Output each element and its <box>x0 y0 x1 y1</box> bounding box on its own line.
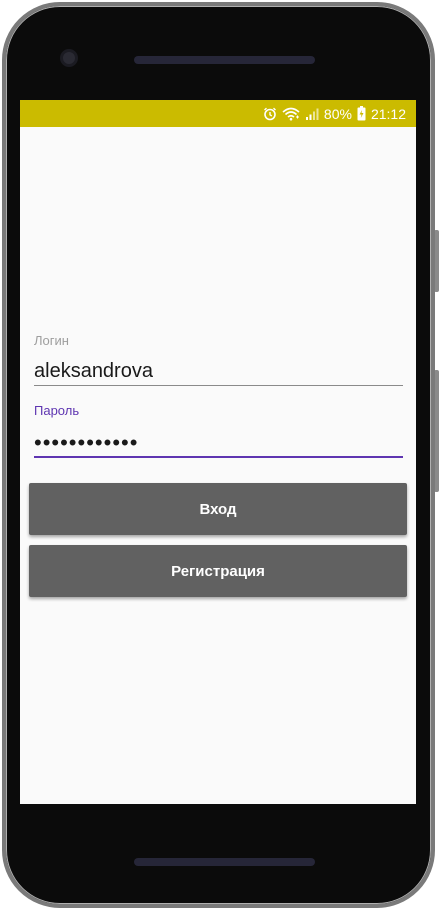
register-button[interactable]: Регистрация <box>29 545 407 597</box>
earpiece-speaker <box>134 56 315 64</box>
clock-time: 21:12 <box>370 105 406 122</box>
password-label: Пароль <box>34 403 80 418</box>
login-input[interactable] <box>34 358 403 386</box>
login-button[interactable]: Вход <box>29 483 407 535</box>
login-label: Логин <box>34 333 69 348</box>
wifi-icon <box>282 107 300 121</box>
status-bar: 80% 21:12 <box>20 100 416 127</box>
battery-percent: 80% <box>323 105 352 122</box>
signal-icon <box>305 107 319 121</box>
battery-charging-icon <box>357 106 366 121</box>
password-input[interactable] <box>34 429 403 458</box>
front-camera <box>60 49 78 67</box>
app-screen: 80% 21:12 Логин Пароль Вход Регистрация <box>20 100 416 804</box>
alarm-icon <box>263 107 277 121</box>
bottom-speaker <box>134 858 315 866</box>
